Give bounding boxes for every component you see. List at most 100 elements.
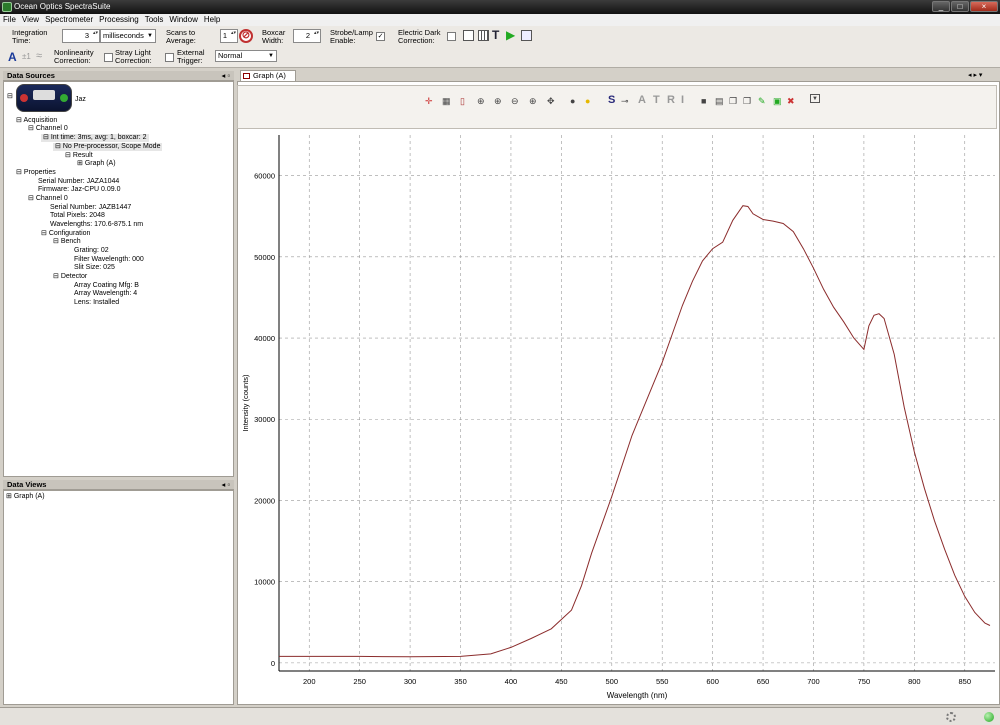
device-name[interactable]: Jaz [75, 96, 86, 104]
tree-item[interactable]: ⊟ Channel 0 [28, 125, 68, 133]
tree-item[interactable]: Filter Wavelength: 000 [74, 256, 144, 264]
dropdown-arrow-icon[interactable]: ▼ [810, 94, 820, 103]
integration-time-input[interactable]: 3 [62, 29, 100, 43]
tree-item[interactable]: ⊟ Result [65, 152, 93, 160]
save-icon[interactable]: ■ [701, 96, 706, 106]
tree-item[interactable]: ⊟ No Pre-processor, Scope Mode [53, 143, 163, 151]
graph-icon[interactable] [463, 30, 474, 41]
trigger-mode-select[interactable]: Normal ▼ [215, 50, 277, 62]
graph-tab-icon [243, 73, 250, 79]
y-tick-label: 60000 [254, 172, 275, 181]
tab-label: Graph (A) [253, 71, 286, 80]
x-tick-label: 550 [656, 677, 669, 686]
tree-item[interactable]: ⊞ Graph (A) [6, 493, 45, 501]
tree-item[interactable]: Total Pixels: 2048 [50, 212, 105, 220]
tab-scroll-arrows[interactable]: ◂ ▸ ▾ [968, 71, 982, 79]
tree-item[interactable]: Firmware: Jaz-CPU 0.09.0 [38, 186, 120, 194]
tree-item[interactable]: Lens: Installed [74, 299, 119, 307]
transmission-mode-button[interactable]: T [653, 94, 660, 106]
copy-icon[interactable]: ❐ [729, 96, 737, 107]
tab-graph-a[interactable]: Graph (A) [240, 70, 296, 81]
tree-item[interactable]: Serial Number: JAZA1044 [38, 178, 119, 186]
text-icon[interactable]: T [492, 28, 499, 42]
tree-item[interactable]: ⊟ Int time: 3ms, avg: 1, boxcar: 2 [41, 134, 149, 142]
tree-expander[interactable]: ⊟ [7, 92, 13, 100]
menu-window[interactable]: Window [169, 14, 197, 26]
data-sources-tree: ⊟ Jaz ⊟ Acquisition ⊟ Channel 0 ⊟ Int ti… [3, 81, 234, 477]
stray-light-checkbox[interactable] [104, 53, 113, 62]
menu-tools[interactable]: Tools [145, 14, 164, 26]
y-tick-label: 30000 [254, 415, 275, 424]
tree-item[interactable]: Serial Number: JAZB1447 [50, 204, 131, 212]
copy-graph-icon[interactable]: ❐ [743, 96, 751, 107]
bulb-on-icon[interactable]: ● [585, 96, 590, 106]
integration-unit-select[interactable]: milliseconds ▼ [100, 29, 156, 43]
maximize-button[interactable]: □ [951, 1, 969, 12]
tree-item[interactable]: Slit Size: 025 [74, 264, 115, 272]
x-axis-ticks: 200 250 300 350 400 450 500 550 600 650 700 750 800 8… [303, 677, 971, 686]
zoom-in-icon[interactable]: ⊕ [494, 96, 502, 107]
zoom-in-icon[interactable]: ⊕ [477, 96, 485, 107]
menu-help[interactable]: Help [204, 14, 220, 26]
tree-item[interactable]: Array Wavelength: 4 [74, 290, 137, 298]
close-button[interactable]: × [970, 1, 998, 12]
tree-item[interactable]: ⊞ Graph (A) [77, 160, 116, 168]
menu-spectrometer[interactable]: Spectrometer [45, 14, 93, 26]
x-tick-label: 350 [454, 677, 467, 686]
overlay-icon[interactable]: ✎ [758, 96, 766, 107]
zoom-out-icon[interactable]: ⊖ [511, 96, 519, 107]
menu-view[interactable]: View [22, 14, 39, 26]
tree-item[interactable]: Wavelengths: 170.6-875.1 nm [50, 221, 143, 229]
tree-item[interactable]: ⊟ Channel 0 [28, 195, 68, 203]
y-tick-label: 40000 [254, 334, 275, 343]
y-tick-label: 0 [271, 659, 275, 668]
electric-dark-checkbox[interactable] [447, 32, 456, 41]
play-icon[interactable]: ▶ [506, 28, 515, 42]
tree-item[interactable]: Array Coating Mfg: B [74, 282, 139, 290]
pan-icon[interactable]: ✥ [547, 96, 555, 107]
absorbance-mode-button[interactable]: A [638, 94, 646, 106]
external-trigger-checkbox[interactable] [165, 53, 174, 62]
x-tick-label: 450 [555, 677, 568, 686]
tree-item[interactable]: ⊟ Properties [16, 169, 56, 177]
menu-file[interactable]: File [3, 14, 16, 26]
spectrum-icon[interactable]: ▣ [773, 96, 782, 107]
boxcar-width-input[interactable]: 2 [293, 29, 321, 43]
data-sources-title: Data Sources [7, 71, 55, 80]
export-icon[interactable] [521, 30, 532, 41]
nonlinearity-label: Nonlinearity Correction: [54, 48, 94, 65]
irradiance-mode-button[interactable]: I [681, 94, 684, 106]
subscript-icon[interactable]: ±1 [22, 52, 31, 61]
scans-to-average-input[interactable]: 1 [220, 29, 238, 43]
approx-icon[interactable]: ≈ [36, 50, 42, 62]
print-icon[interactable]: ▤ [715, 96, 724, 107]
x-tick-label: 400 [505, 677, 518, 686]
dark-bulb-icon[interactable]: ⊸ [621, 96, 629, 107]
x-tick-label: 200 [303, 677, 316, 686]
tree-item[interactable]: Grating: 02 [74, 247, 109, 255]
grid-icon[interactable]: ▦ [442, 96, 451, 107]
delete-icon[interactable]: ✖ [787, 96, 795, 107]
tree-item[interactable]: ⊟ Bench [53, 238, 81, 246]
tree-item[interactable]: ⊟ Configuration [41, 230, 90, 238]
zoom-fit-icon[interactable]: ⊕ [529, 96, 537, 107]
panel-pin-icon[interactable]: ◂ ▫ [221, 71, 230, 81]
activity-icon [946, 712, 956, 722]
reflection-mode-button[interactable]: R [667, 94, 675, 106]
minimize-button[interactable]: _ [932, 1, 950, 12]
stop-icon[interactable]: ⊘ [239, 29, 253, 43]
table-icon[interactable] [478, 30, 489, 41]
scope-mode-button[interactable]: S [608, 94, 615, 106]
x-tick-label: 600 [706, 677, 719, 686]
font-a-icon[interactable]: A [8, 50, 17, 64]
crosshair-icon[interactable]: ✛ [425, 96, 433, 107]
panel-pin-icon[interactable]: ◂ ▫ [221, 480, 230, 490]
scale-icon[interactable]: ▯ [460, 96, 465, 107]
strobe-lamp-checkbox[interactable]: ✓ [376, 32, 385, 41]
menu-processing[interactable]: Processing [99, 14, 139, 26]
spectrum-chart[interactable]: 200 250 300 350 400 450 500 550 600 650 700 750 800 8… [237, 130, 999, 705]
x-tick-label: 300 [404, 677, 417, 686]
tree-item[interactable]: ⊟ Detector [53, 273, 87, 281]
bulb-off-icon[interactable]: ● [570, 96, 575, 106]
tree-item[interactable]: ⊟ Acquisition [16, 117, 57, 125]
